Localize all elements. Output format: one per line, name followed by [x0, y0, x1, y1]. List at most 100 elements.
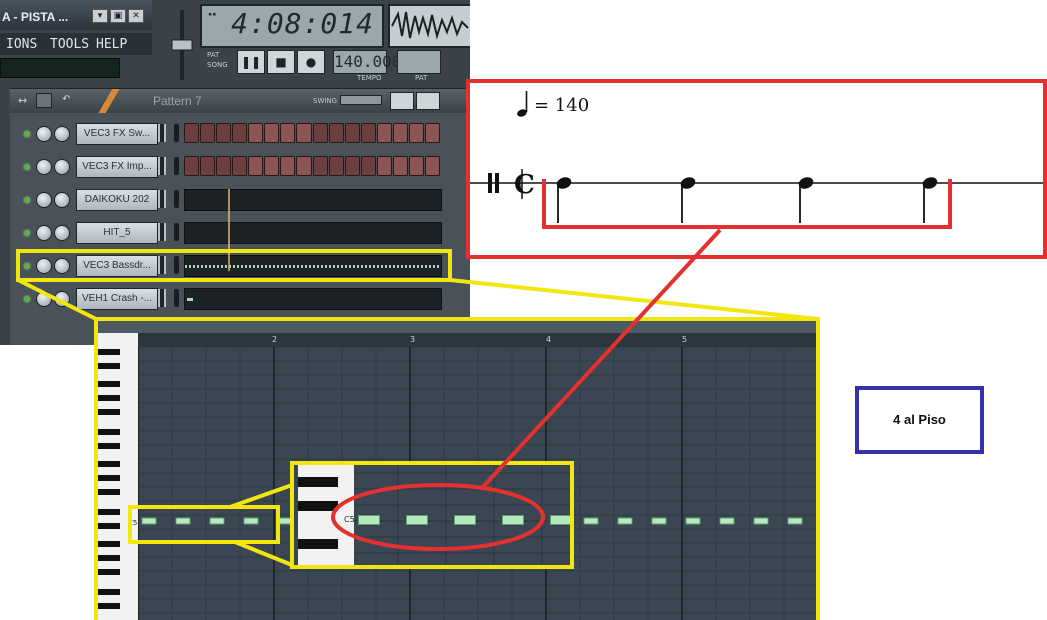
step-button[interactable]: [360, 156, 376, 176]
step-button[interactable]: [408, 123, 424, 143]
timeline-ruler[interactable]: 2 3 4 5: [138, 333, 818, 347]
step-button[interactable]: [296, 156, 312, 176]
step-button[interactable]: [232, 123, 248, 143]
pattern-selector[interactable]: Pattern 7: [153, 94, 202, 108]
note[interactable]: [685, 517, 701, 525]
step-button[interactable]: [232, 156, 248, 176]
channel-select-indicator[interactable]: [174, 223, 179, 241]
keyboard-editor-button[interactable]: [416, 92, 440, 110]
mini-piano-roll-strip[interactable]: [184, 222, 442, 244]
pan-knob[interactable]: [36, 126, 52, 142]
note[interactable]: [454, 515, 476, 525]
note[interactable]: [550, 515, 572, 525]
step-button[interactable]: [376, 156, 392, 176]
arrows-icon[interactable]: ↔: [18, 94, 27, 107]
graph-editor-button[interactable]: [390, 92, 414, 110]
channel-name-button[interactable]: VEH1 Crash -...: [76, 288, 158, 310]
pan-knob[interactable]: [36, 291, 52, 307]
channel-name-button[interactable]: VEC3 FX Imp...: [76, 156, 158, 178]
step-button[interactable]: [312, 123, 328, 143]
step-button[interactable]: [392, 123, 408, 143]
volume-knob[interactable]: [54, 126, 70, 142]
step-button[interactable]: [200, 123, 216, 143]
pan-knob[interactable]: [36, 225, 52, 241]
volume-knob[interactable]: [54, 291, 70, 307]
tempo-display[interactable]: 140.000: [333, 50, 401, 74]
mini-piano-roll-strip[interactable]: [184, 288, 442, 310]
channel-name-button[interactable]: DAIKOKU 202: [76, 189, 158, 211]
note[interactable]: [141, 517, 157, 525]
note[interactable]: [243, 517, 259, 525]
pause-button[interactable]: ❚❚: [237, 50, 265, 74]
step-button[interactable]: [264, 123, 280, 143]
pan-knob[interactable]: [36, 159, 52, 175]
mute-led[interactable]: [24, 164, 30, 170]
step-button[interactable]: [248, 123, 264, 143]
master-volume-fader[interactable]: [170, 10, 194, 80]
mini-piano-roll-strip[interactable]: [184, 189, 442, 211]
note[interactable]: [583, 517, 599, 525]
step-button[interactable]: [312, 156, 328, 176]
step-button[interactable]: [184, 123, 200, 143]
mute-led[interactable]: [24, 296, 30, 302]
menu-tools[interactable]: TOOLS: [50, 37, 89, 52]
note[interactable]: [753, 517, 769, 525]
pat-song-switch[interactable]: PAT SONG: [207, 50, 228, 70]
step-button[interactable]: [376, 123, 392, 143]
step-button[interactable]: [328, 123, 344, 143]
pattern-number-display[interactable]: [397, 50, 441, 74]
channel-select-indicator[interactable]: [174, 289, 179, 307]
note[interactable]: [277, 517, 293, 525]
volume-knob[interactable]: [54, 225, 70, 241]
minimize-button[interactable]: ▾: [92, 9, 108, 23]
volume-knob[interactable]: [54, 159, 70, 175]
channel-name-button[interactable]: VEC3 FX Sw...: [76, 123, 158, 145]
volume-knob[interactable]: [54, 258, 70, 274]
note[interactable]: [719, 517, 735, 525]
note[interactable]: [787, 517, 803, 525]
step-button[interactable]: [360, 123, 376, 143]
swing-slider[interactable]: [340, 95, 382, 105]
step-button[interactable]: [216, 156, 232, 176]
channel-select-indicator[interactable]: [174, 124, 179, 142]
piano-keyboard[interactable]: C5: [94, 333, 138, 620]
step-button[interactable]: [200, 156, 216, 176]
view-toggle-icon[interactable]: [36, 93, 52, 108]
channel-select-indicator[interactable]: [174, 157, 179, 175]
step-button[interactable]: [424, 123, 440, 143]
channel-name-button[interactable]: VEC3 Bassdr...: [76, 255, 158, 277]
close-button[interactable]: ✕: [128, 9, 144, 23]
note[interactable]: [175, 517, 191, 525]
note[interactable]: [209, 517, 225, 525]
step-button[interactable]: [248, 156, 264, 176]
step-button[interactable]: [280, 123, 296, 143]
stop-button[interactable]: ■: [267, 50, 295, 74]
step-button[interactable]: [344, 156, 360, 176]
step-button[interactable]: [280, 156, 296, 176]
channel-select-indicator[interactable]: [174, 256, 179, 274]
step-button[interactable]: [184, 156, 200, 176]
mute-led[interactable]: [24, 197, 30, 203]
note[interactable]: [617, 517, 633, 525]
mute-led[interactable]: [24, 131, 30, 137]
note[interactable]: [358, 515, 380, 525]
step-button[interactable]: [328, 156, 344, 176]
menu-options[interactable]: IONS: [6, 37, 37, 52]
pan-knob[interactable]: [36, 258, 52, 274]
undo-icon[interactable]: ↶: [62, 94, 70, 105]
note[interactable]: [406, 515, 428, 525]
pan-knob[interactable]: [36, 192, 52, 208]
step-button[interactable]: [408, 156, 424, 176]
step-button[interactable]: [392, 156, 408, 176]
menu-help[interactable]: HELP: [96, 37, 127, 52]
record-button[interactable]: ●: [297, 50, 325, 74]
mute-led[interactable]: [24, 230, 30, 236]
mute-led[interactable]: [24, 263, 30, 269]
volume-knob[interactable]: [54, 192, 70, 208]
maximize-button[interactable]: ▣: [110, 9, 126, 23]
step-button[interactable]: [344, 123, 360, 143]
step-button[interactable]: [296, 123, 312, 143]
step-button[interactable]: [216, 123, 232, 143]
channel-name-button[interactable]: HIT_5: [76, 222, 158, 244]
note[interactable]: [651, 517, 667, 525]
